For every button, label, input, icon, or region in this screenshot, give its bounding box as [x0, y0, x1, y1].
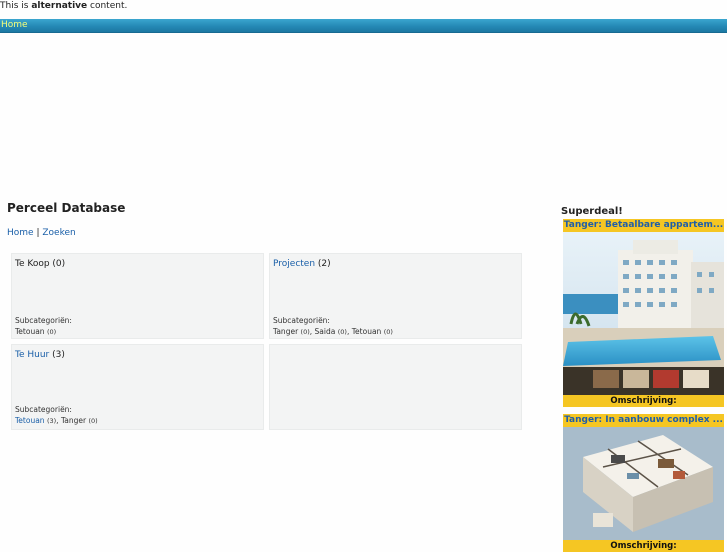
category-link[interactable]: Projecten [273, 259, 315, 269]
subcategory-list: Tetouan (3), Tanger (0) [15, 416, 98, 425]
category-box-te-koop: Te Koop (0) Subcategoriën: Tetouan (0) [11, 253, 264, 339]
category-name: Te Koop [15, 259, 50, 269]
breadcrumb-home-link[interactable]: Home [7, 228, 34, 238]
subcategory-count: (0) [300, 328, 310, 336]
subcategory-list: Tetouan (0) [15, 327, 56, 336]
deal-image-floorplan[interactable] [563, 427, 724, 540]
subcategory-item[interactable]: Tanger [273, 327, 298, 336]
subcategories-label: Subcategoriën: [15, 316, 72, 325]
subcategory-item[interactable]: Tetouan [352, 327, 382, 336]
category-box-projecten: Projecten (2) Subcategoriën: Tanger (0),… [269, 253, 522, 339]
subcategory-list: Tanger (0), Saida (0), Tetouan (0) [273, 327, 393, 336]
breadcrumb-separator: | [36, 228, 40, 238]
subcategory-count: (0) [88, 417, 98, 425]
page-title: Perceel Database [7, 201, 126, 215]
category-count: (3) [52, 350, 65, 360]
alternative-content-text: This is alternative content. [0, 1, 128, 11]
subcategories-label: Subcategoriën: [15, 405, 72, 414]
subcategory-count: (0) [383, 328, 393, 336]
sidebar-title: Superdeal! [561, 206, 623, 217]
subcategory-count: (0) [337, 328, 347, 336]
breadcrumb: Home | Zoeken [7, 228, 76, 238]
deal-description-label: Omschrijving: [563, 395, 724, 407]
deal-title-link[interactable]: Tanger: Betaalbare appartem... [563, 219, 724, 232]
category-link[interactable]: Te Huur [15, 350, 49, 360]
top-navbar: Home [0, 19, 727, 33]
subcategory-count: (3) [46, 417, 57, 425]
deal-title-link[interactable]: Tanger: In aanbouw complex ... [563, 414, 724, 427]
subcategory-count: (0) [46, 328, 57, 336]
subcategory-item[interactable]: Tetouan [15, 327, 45, 336]
nav-home-link[interactable]: Home [1, 20, 28, 31]
deal-image-apartment[interactable] [563, 232, 724, 395]
subcategories-label: Subcategoriën: [273, 316, 330, 325]
category-title: Te Koop (0) [15, 259, 65, 269]
category-box-te-huur: Te Huur (3) Subcategoriën: Tetouan (3), … [11, 344, 264, 430]
category-count: (0) [52, 259, 66, 269]
deal-description-label: Omschrijving: [563, 540, 724, 552]
subcategory-item[interactable]: Tetouan [15, 416, 45, 425]
category-box-empty [269, 344, 522, 430]
subcategory-item[interactable]: Saida [315, 327, 336, 336]
breadcrumb-search-link[interactable]: Zoeken [42, 228, 75, 238]
subcategory-item[interactable]: Tanger [61, 416, 86, 425]
category-title: Te Huur (3) [15, 350, 65, 360]
category-count: (2) [317, 259, 331, 269]
category-title: Projecten (2) [273, 259, 331, 269]
